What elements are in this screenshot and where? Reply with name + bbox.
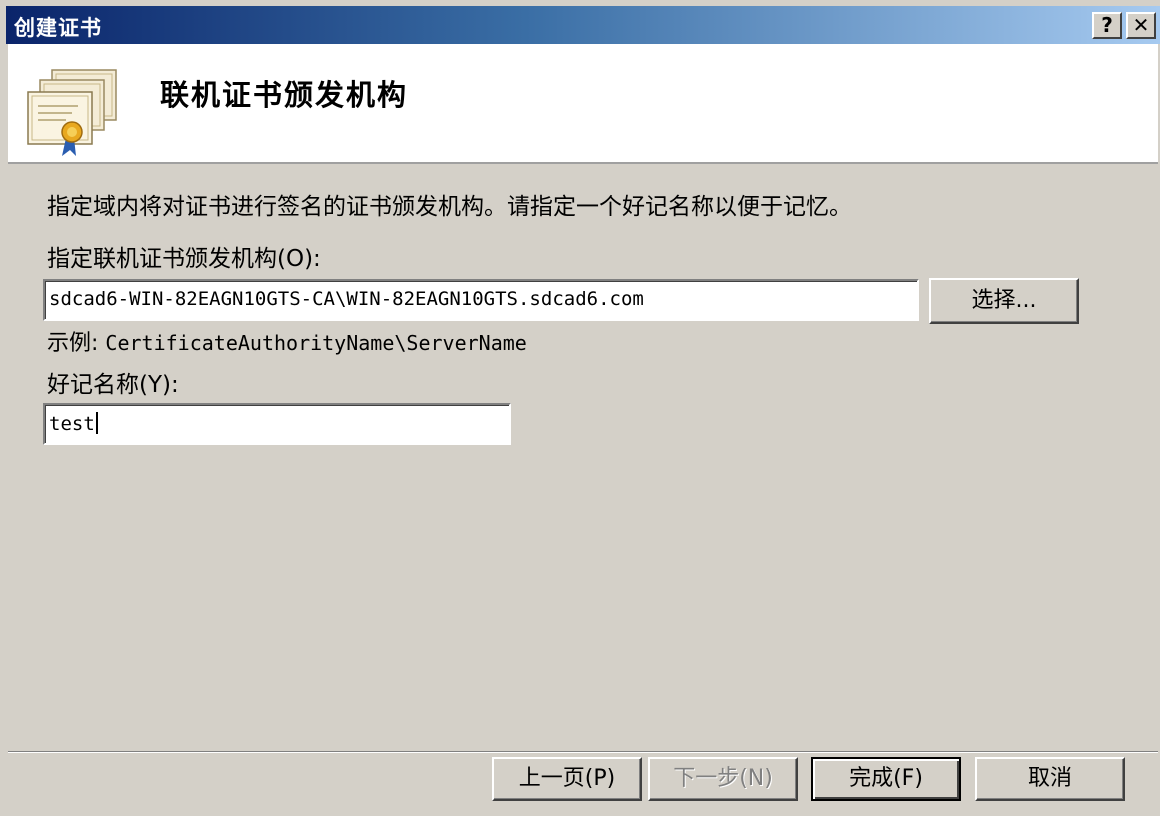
example-prefix: 示例: [47,331,106,356]
example-value: CertificateAuthorityName\ServerName [105,331,527,355]
ca-input[interactable]: sdcad6-WIN-82EAGN10GTS-CA\WIN-82EAGN10GT… [43,279,919,321]
nickname-input[interactable]: test [43,403,511,445]
ca-label: 指定联机证书颁发机构(O): [47,246,321,272]
description-text: 指定域内将对证书进行签名的证书颁发机构。请指定一个好记名称以便于记忆。 [47,194,852,220]
cancel-button[interactable]: 取消 [975,757,1125,801]
help-button[interactable]: ? [1092,12,1122,39]
ca-input-value: sdcad6-WIN-82EAGN10GTS-CA\WIN-82EAGN10GT… [49,288,644,310]
footer-divider [8,751,1158,753]
wizard-header: 联机证书颁发机构 [8,44,1158,164]
close-button[interactable]: ✕ [1126,12,1156,39]
text-caret [95,412,98,434]
next-button: 下一步(N) [648,757,798,801]
nickname-label: 好记名称(Y): [47,372,179,398]
window-title: 创建证书 [14,16,102,40]
finish-button[interactable]: 完成(F) [811,757,961,801]
create-certificate-dialog: 创建证书 ? ✕ 联机证书颁发机构 指定域内将对证书进行签名的证书颁发机构。请指… [0,0,1160,816]
nickname-input-value: test [49,413,95,435]
prev-button[interactable]: 上一页(P) [492,757,642,801]
certificate-icon [27,69,117,156]
title-bar[interactable]: 创建证书 ? ✕ [6,6,1160,44]
page-title: 联机证书颁发机构 [160,78,409,112]
example-text: 示例: CertificateAuthorityName\ServerName [47,325,527,357]
select-button[interactable]: 选择... [929,278,1079,324]
